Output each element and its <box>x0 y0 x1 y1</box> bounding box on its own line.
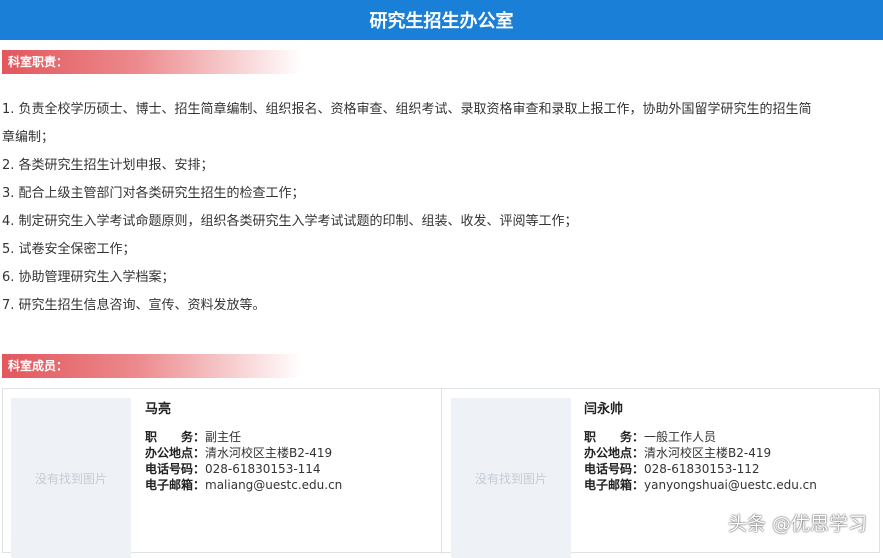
page-header: 研究生招生办公室 <box>0 0 883 40</box>
duties-section-label: 科室职责： <box>2 50 302 74</box>
member-email: yanyongshuai@uestc.edu.cn <box>644 478 817 492</box>
member-title-label: 职 务： <box>584 430 645 444</box>
duties-list: 1. 负责全校学历硕士、博士、招生简章编制、组织报名、资格审查、组织考试、录取资… <box>2 96 880 320</box>
duty-item: 3. 配合上级主管部门对各类研究生招生的检查工作； <box>2 186 305 201</box>
member-email-row: 电子邮箱：yanyongshuai@uestc.edu.cn <box>584 477 817 493</box>
member-title: 副主任 <box>205 430 242 444</box>
member-name: 马亮 <box>145 402 172 417</box>
member-phone-label: 电话号码： <box>145 462 206 476</box>
member-office: 清水河校区主楼B2-419 <box>644 446 772 460</box>
duty-item: 6. 协助管理研究生入学档案； <box>2 270 175 285</box>
member-office-label: 办公地点： <box>584 446 645 460</box>
member-office: 清水河校区主楼B2-419 <box>205 446 333 460</box>
member-phone: 028-61830153-112 <box>644 462 760 476</box>
member-card: 没有找到图片 马亮 职 务：副主任 办公地点：清水河校区主楼B2-419 电话号… <box>3 389 442 558</box>
member-email-label: 电子邮箱： <box>584 478 645 492</box>
member-phone: 028-61830153-114 <box>205 462 321 476</box>
member-email-row: 电子邮箱：maliang@uestc.edu.cn <box>145 477 342 493</box>
member-email-label: 电子邮箱： <box>145 478 206 492</box>
member-photo-placeholder: 没有找到图片 <box>11 398 131 558</box>
duty-item: 1. 负责全校学历硕士、博士、招生简章编制、组织报名、资格审查、组织考试、录取资… <box>2 102 812 117</box>
duty-item: 7. 研究生招生信息咨询、宣传、资料发放等。 <box>2 298 266 313</box>
member-title: 一般工作人员 <box>644 430 717 444</box>
member-info: 马亮 职 务：副主任 办公地点：清水河校区主楼B2-419 电话号码：028-6… <box>145 399 342 493</box>
duty-item: 4. 制定研究生入学考试命题原则，组织各类研究生入学考试试题的印制、组装、收发、… <box>2 214 578 229</box>
member-title-row: 职 务：一般工作人员 <box>584 429 817 445</box>
member-phone-row: 电话号码：028-61830153-114 <box>145 461 342 477</box>
watermark: 头条 @优思学习 <box>727 513 867 535</box>
member-photo-placeholder: 没有找到图片 <box>451 398 571 558</box>
member-office-row: 办公地点：清水河校区主楼B2-419 <box>145 445 342 461</box>
members-section-label: 科室成员： <box>2 354 302 378</box>
member-email: maliang@uestc.edu.cn <box>205 478 343 492</box>
member-office-label: 办公地点： <box>145 446 206 460</box>
member-title-label: 职 务： <box>145 430 206 444</box>
duty-item: 章编制； <box>2 130 55 145</box>
member-phone-row: 电话号码：028-61830153-112 <box>584 461 817 477</box>
page-title: 研究生招生办公室 <box>369 11 514 32</box>
member-name: 闫永帅 <box>584 402 624 417</box>
duty-item: 2. 各类研究生招生计划申报、安排； <box>2 158 214 173</box>
member-office-row: 办公地点：清水河校区主楼B2-419 <box>584 445 817 461</box>
member-title-row: 职 务：副主任 <box>145 429 342 445</box>
member-info: 闫永帅 职 务：一般工作人员 办公地点：清水河校区主楼B2-419 电话号码：0… <box>584 399 817 493</box>
member-phone-label: 电话号码： <box>584 462 645 476</box>
duty-item: 5. 试卷安全保密工作； <box>2 242 136 257</box>
